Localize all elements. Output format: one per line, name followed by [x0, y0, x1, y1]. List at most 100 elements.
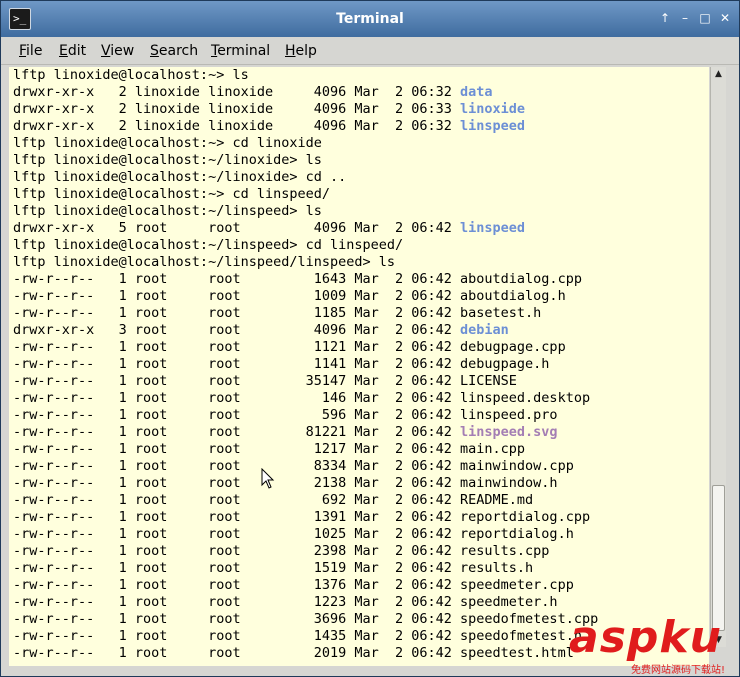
line-text: drwxr-xr-x 3 root root 4096 Mar 2 06:42	[13, 322, 461, 338]
directory-name: debian	[460, 322, 509, 338]
terminal-line: drwxr-xr-x 5 root root 4096 Mar 2 06:42 …	[13, 220, 709, 237]
terminal-line: -rw-r--r-- 1 root root 1223 Mar 2 06:42 …	[13, 594, 709, 611]
scrollbar-thumb[interactable]	[712, 485, 725, 631]
line-text: -rw-r--r-- 1 root root 35147 Mar 2 06:42	[13, 373, 461, 389]
terminal-line: -rw-r--r-- 1 root root 1025 Mar 2 06:42 …	[13, 526, 709, 543]
file-name: mainwindow.cpp	[460, 458, 574, 474]
line-text: lftp linoxide@localhost:~/linspeed> cd l…	[13, 237, 404, 253]
line-text: -rw-r--r-- 1 root root 692 Mar 2 06:42	[13, 492, 461, 508]
line-text: -rw-r--r-- 1 root root 1141 Mar 2 06:42	[13, 356, 461, 372]
terminal-line: -rw-r--r-- 1 root root 146 Mar 2 06:42 l…	[13, 390, 709, 407]
line-text: drwxr-xr-x 5 root root 4096 Mar 2 06:42	[13, 220, 461, 236]
line-text: -rw-r--r-- 1 root root 2138 Mar 2 06:42	[13, 475, 461, 491]
terminal-line: -rw-r--r-- 1 root root 1185 Mar 2 06:42 …	[13, 305, 709, 322]
line-text: -rw-r--r-- 1 root root 1217 Mar 2 06:42	[13, 441, 461, 457]
line-text: -rw-r--r-- 1 root root 1519 Mar 2 06:42	[13, 560, 461, 576]
line-text: -rw-r--r-- 1 root root 1391 Mar 2 06:42	[13, 509, 461, 525]
terminal-line: -rw-r--r-- 1 root root 1643 Mar 2 06:42 …	[13, 271, 709, 288]
line-text: -rw-r--r-- 1 root root 146 Mar 2 06:42	[13, 390, 461, 406]
terminal-line: lftp linoxide@localhost:~/linoxide> ls	[13, 152, 709, 169]
line-text: -rw-r--r-- 1 root root 1185 Mar 2 06:42	[13, 305, 461, 321]
terminal-line: lftp linoxide@localhost:~> cd linspeed/	[13, 186, 709, 203]
file-name: debugpage.cpp	[460, 339, 566, 355]
file-name: linspeed.svg	[460, 424, 558, 440]
terminal-line: lftp linoxide@localhost:~> cd linoxide	[13, 135, 709, 152]
line-text: drwxr-xr-x 2 linoxide linoxide 4096 Mar …	[13, 101, 461, 117]
line-text: -rw-r--r-- 1 root root 1223 Mar 2 06:42	[13, 594, 461, 610]
terminal-line: -rw-r--r-- 1 root root 1141 Mar 2 06:42 …	[13, 356, 709, 373]
line-text: -rw-r--r-- 1 root root 1643 Mar 2 06:42	[13, 271, 461, 287]
line-text: lftp linoxide@localhost:~/linspeed/linsp…	[13, 254, 396, 270]
window-title: Terminal	[336, 11, 404, 27]
terminal-line: -rw-r--r-- 1 root root 1391 Mar 2 06:42 …	[13, 509, 709, 526]
line-text: -rw-r--r-- 1 root root 81221 Mar 2 06:42	[13, 424, 461, 440]
directory-name: linoxide	[460, 101, 526, 117]
terminal-line: -rw-r--r-- 1 root root 596 Mar 2 06:42 l…	[13, 407, 709, 424]
menu-terminal[interactable]: Terminal	[211, 43, 270, 59]
terminal-output[interactable]: lftp linoxide@localhost:~> ls drwxr-xr-x …	[9, 67, 709, 666]
line-text: lftp linoxide@localhost:~> cd linspeed/	[13, 186, 330, 202]
terminal-line: -rw-r--r-- 1 root root 1009 Mar 2 06:42 …	[13, 288, 709, 305]
line-text: -rw-r--r-- 1 root root 2019 Mar 2 06:42	[13, 645, 461, 661]
vertical-scrollbar[interactable]: ▲ ▼	[710, 67, 726, 647]
file-name: speedtest.html	[460, 645, 574, 661]
line-text: lftp linoxide@localhost:~> cd linoxide	[13, 135, 322, 151]
line-text: -rw-r--r-- 1 root root 1121 Mar 2 06:42	[13, 339, 461, 355]
terminal-line: lftp linoxide@localhost:~/linoxide> cd .…	[13, 169, 709, 186]
terminal-line: -rw-r--r-- 1 root root 1217 Mar 2 06:42 …	[13, 441, 709, 458]
terminal-line: -rw-r--r-- 1 root root 35147 Mar 2 06:42…	[13, 373, 709, 390]
line-text: -rw-r--r-- 1 root root 1376 Mar 2 06:42	[13, 577, 461, 593]
terminal-line: lftp linoxide@localhost:~/linspeed> cd l…	[13, 237, 709, 254]
menu-file[interactable]: File	[19, 43, 42, 59]
terminal-line: -rw-r--r-- 1 root root 8334 Mar 2 06:42 …	[13, 458, 709, 475]
terminal-line: drwxr-xr-x 2 linoxide linoxide 4096 Mar …	[13, 84, 709, 101]
terminal-line: -rw-r--r-- 1 root root 2398 Mar 2 06:42 …	[13, 543, 709, 560]
file-name: speedmeter.cpp	[460, 577, 574, 593]
terminal-line: lftp linoxide@localhost:~> ls	[13, 67, 709, 84]
file-name: README.md	[460, 492, 534, 508]
file-name: results.cpp	[460, 543, 550, 559]
minimize-icon[interactable]: –	[679, 11, 691, 25]
terminal-line: drwxr-xr-x 2 linoxide linoxide 4096 Mar …	[13, 118, 709, 135]
maximize-icon[interactable]: □	[699, 11, 711, 25]
line-text: lftp linoxide@localhost:~/linoxide> ls	[13, 152, 322, 168]
line-text: drwxr-xr-x 2 linoxide linoxide 4096 Mar …	[13, 84, 461, 100]
file-name: linspeed.desktop	[460, 390, 591, 406]
line-text: lftp linoxide@localhost:~> ls	[13, 67, 249, 83]
shade-up-icon[interactable]: ↑	[659, 11, 671, 25]
line-text: -rw-r--r-- 1 root root 596 Mar 2 06:42	[13, 407, 461, 423]
file-name: results.h	[460, 560, 534, 576]
menu-edit[interactable]: Edit	[59, 43, 86, 59]
file-name: reportdialog.cpp	[460, 509, 591, 525]
file-name: aboutdialog.cpp	[460, 271, 582, 287]
file-name: reportdialog.h	[460, 526, 574, 542]
line-text: -rw-r--r-- 1 root root 1435 Mar 2 06:42	[13, 628, 461, 644]
menu-view[interactable]: View	[101, 43, 134, 59]
watermark-tagline: 免费网站源码下载站!	[631, 665, 726, 676]
terminal-line: lftp linoxide@localhost:~/linspeed> ls	[13, 203, 709, 220]
file-name: LICENSE	[460, 373, 517, 389]
close-icon[interactable]: ✕	[719, 11, 731, 25]
menu-help[interactable]: Help	[285, 43, 317, 59]
title-bar[interactable]: >_ Terminal ↑ – □ ✕	[1, 1, 739, 37]
directory-name: data	[460, 84, 493, 100]
directory-name: linspeed	[460, 220, 526, 236]
directory-name: linspeed	[460, 118, 526, 134]
file-name: basetest.h	[460, 305, 542, 321]
line-text: lftp linoxide@localhost:~/linoxide> cd .…	[13, 169, 347, 185]
mouse-pointer-icon	[261, 468, 275, 489]
line-text: -rw-r--r-- 1 root root 3696 Mar 2 06:42	[13, 611, 461, 627]
terminal-line: -rw-r--r-- 1 root root 2138 Mar 2 06:42 …	[13, 475, 709, 492]
terminal-line: -rw-r--r-- 1 root root 1376 Mar 2 06:42 …	[13, 577, 709, 594]
terminal-line: drwxr-xr-x 3 root root 4096 Mar 2 06:42 …	[13, 322, 709, 339]
scroll-up-icon[interactable]: ▲	[711, 67, 726, 81]
watermark: aspku 免费网站源码下载站!	[569, 612, 739, 677]
line-text: -rw-r--r-- 1 root root 1009 Mar 2 06:42	[13, 288, 461, 304]
terminal-line: -rw-r--r-- 1 root root 692 Mar 2 06:42 R…	[13, 492, 709, 509]
line-text: -rw-r--r-- 1 root root 1025 Mar 2 06:42	[13, 526, 461, 542]
menu-bar: File Edit View Search Terminal Help	[1, 37, 739, 65]
watermark-logo: aspku	[569, 612, 722, 663]
line-text: -rw-r--r-- 1 root root 8334 Mar 2 06:42	[13, 458, 461, 474]
line-text: drwxr-xr-x 2 linoxide linoxide 4096 Mar …	[13, 118, 461, 134]
menu-search[interactable]: Search	[150, 43, 198, 59]
